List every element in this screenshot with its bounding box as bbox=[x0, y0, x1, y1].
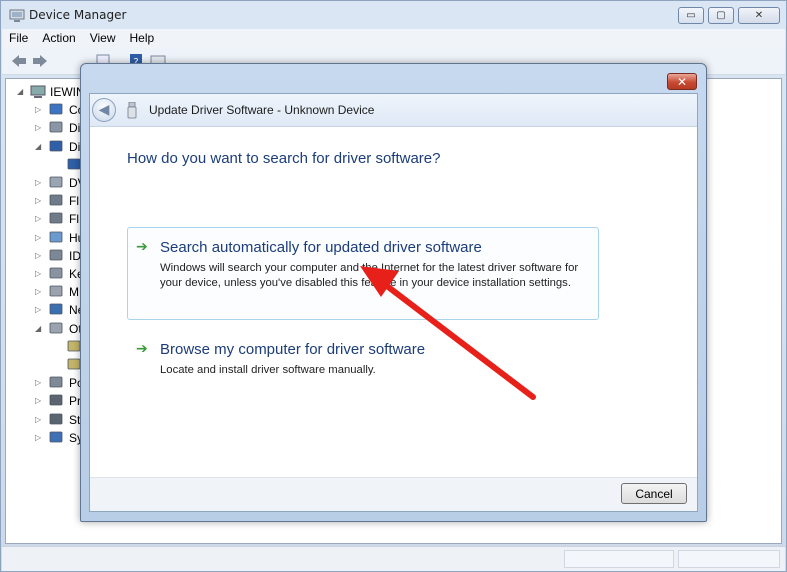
dialog-title: Update Driver Software - Unknown Device bbox=[149, 103, 375, 117]
status-cell bbox=[564, 550, 674, 568]
cancel-button[interactable]: Cancel bbox=[621, 483, 687, 504]
expand-icon[interactable]: ▷ bbox=[35, 178, 43, 187]
floppy-controller-icon bbox=[49, 194, 63, 206]
search-automatically-option[interactable]: ➔ Search automatically for updated drive… bbox=[127, 227, 599, 320]
dialog-close-button[interactable]: ✕ bbox=[667, 73, 697, 90]
usb-device-icon bbox=[127, 102, 137, 119]
close-icon: ✕ bbox=[754, 10, 764, 21]
expand-icon[interactable]: ▷ bbox=[35, 269, 43, 278]
minimize-button[interactable]: ▭ bbox=[678, 7, 704, 24]
computer-icon bbox=[49, 103, 63, 115]
green-arrow-icon: ➔ bbox=[136, 341, 148, 357]
forward-arrow-icon[interactable] bbox=[31, 53, 49, 69]
dialog-heading: How do you want to search for driver sof… bbox=[127, 150, 441, 167]
option-title: Browse my computer for driver software bbox=[160, 341, 426, 358]
expand-icon[interactable]: ▷ bbox=[35, 305, 43, 314]
menu-view[interactable]: View bbox=[83, 29, 123, 48]
tree-label: Di bbox=[69, 121, 81, 136]
hid-icon bbox=[49, 231, 63, 242]
tree-label: Di bbox=[69, 139, 81, 154]
network-adapter-icon bbox=[49, 303, 63, 315]
window-title: Device Manager bbox=[29, 8, 127, 22]
menu-bar: File Action View Help bbox=[2, 29, 785, 48]
dialog-footer: Cancel bbox=[90, 477, 697, 511]
disk-drive-icon bbox=[49, 121, 63, 133]
menu-help[interactable]: Help bbox=[123, 29, 162, 48]
back-arrow-icon: ◀ bbox=[98, 102, 110, 118]
computer-icon bbox=[30, 85, 46, 98]
expand-icon[interactable]: ◢ bbox=[35, 142, 43, 151]
expand-icon[interactable]: ▷ bbox=[35, 251, 43, 260]
storage-controller-icon bbox=[49, 413, 63, 424]
expand-icon[interactable]: ▷ bbox=[35, 378, 43, 387]
minimize-icon: ▭ bbox=[686, 10, 696, 21]
mouse-icon bbox=[49, 285, 63, 297]
back-button[interactable]: ◀ bbox=[92, 98, 116, 122]
status-cell bbox=[678, 550, 780, 568]
tree-label: St bbox=[69, 412, 81, 427]
other-devices-icon bbox=[49, 322, 63, 333]
expand-icon[interactable]: ▷ bbox=[35, 105, 43, 114]
tree-label: M bbox=[69, 285, 79, 300]
maximize-icon: ▢ bbox=[716, 10, 726, 21]
expand-icon[interactable]: ▷ bbox=[35, 287, 43, 296]
expand-icon[interactable]: ▷ bbox=[35, 196, 43, 205]
option-description: Windows will search your computer and th… bbox=[160, 262, 579, 289]
expand-icon[interactable]: ◢ bbox=[35, 324, 43, 333]
tree-label: Fl bbox=[69, 194, 79, 209]
system-devices-icon bbox=[49, 431, 63, 443]
ports-icon bbox=[49, 376, 63, 388]
device-manager-icon bbox=[9, 9, 25, 22]
dvd-drive-icon bbox=[49, 176, 63, 188]
green-arrow-icon: ➔ bbox=[136, 239, 148, 255]
option-description: Locate and install driver software manua… bbox=[160, 364, 376, 376]
menu-file[interactable]: File bbox=[2, 29, 35, 48]
expand-icon[interactable]: ▷ bbox=[35, 233, 43, 242]
collapse-icon[interactable]: ◢ bbox=[17, 87, 25, 96]
back-arrow-icon[interactable] bbox=[10, 53, 28, 69]
menu-action[interactable]: Action bbox=[35, 29, 82, 48]
close-button[interactable]: ✕ bbox=[738, 7, 780, 24]
expand-icon[interactable]: ▷ bbox=[35, 396, 43, 405]
display-adapter-icon bbox=[49, 140, 63, 151]
expand-icon[interactable]: ▷ bbox=[35, 123, 43, 132]
close-icon: ✕ bbox=[676, 74, 688, 89]
maximize-button[interactable]: ▢ bbox=[708, 7, 734, 24]
dialog-content: ◀ Update Driver Software - Unknown Devic… bbox=[89, 93, 698, 512]
ide-controller-icon bbox=[49, 249, 63, 261]
floppy-drive-icon bbox=[49, 212, 63, 224]
tree-label: Fl bbox=[69, 212, 79, 227]
option-title: Search automatically for updated driver … bbox=[160, 239, 482, 256]
dialog-body: How do you want to search for driver sof… bbox=[90, 127, 697, 477]
status-bar bbox=[2, 546, 785, 571]
expand-icon[interactable]: ▷ bbox=[35, 214, 43, 223]
browse-computer-option[interactable]: ➔ Browse my computer for driver software… bbox=[127, 329, 599, 381]
keyboard-icon bbox=[49, 267, 63, 279]
update-driver-dialog: ✕ ◀ Update Driver Software - Unknown Dev… bbox=[80, 63, 707, 522]
expand-icon[interactable]: ▷ bbox=[35, 433, 43, 442]
processor-icon bbox=[49, 394, 63, 406]
expand-icon[interactable]: ▷ bbox=[35, 415, 43, 424]
title-bar[interactable]: Device Manager ▭ ▢ ✕ bbox=[1, 1, 786, 31]
dialog-header: ◀ Update Driver Software - Unknown Devic… bbox=[90, 94, 697, 127]
